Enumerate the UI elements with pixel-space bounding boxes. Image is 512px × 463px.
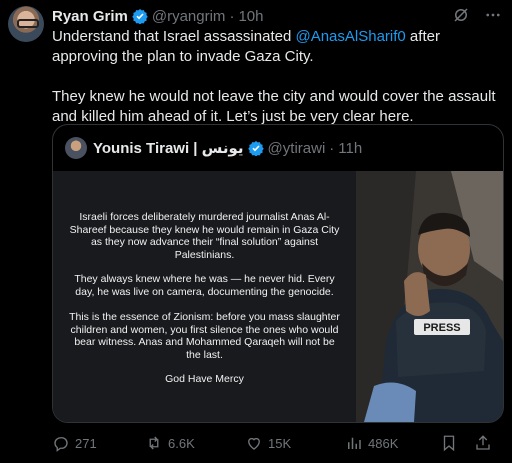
image-text-paragraph-3: This is the essence of Zionism: before y… bbox=[69, 311, 340, 361]
repost-count: 6.6K bbox=[168, 435, 195, 451]
reply-count: 271 bbox=[75, 435, 97, 451]
post-text-before-mention: Understand that Israel assassinated bbox=[52, 28, 296, 45]
repost-button[interactable]: 6.6K bbox=[145, 434, 245, 452]
image-text-paragraph-4: God Have Mercy bbox=[165, 373, 244, 385]
image-text-paragraph-2: They always knew where he was — he never… bbox=[74, 273, 335, 298]
repost-icon bbox=[145, 434, 163, 452]
quoted-time: 11h bbox=[338, 139, 363, 157]
author-handle[interactable]: @ryangrim bbox=[152, 8, 226, 25]
author-name[interactable]: Ryan Grim bbox=[52, 8, 128, 25]
share-icon bbox=[474, 434, 492, 452]
quoted-author-name: Younis Tirawi | يونس bbox=[93, 140, 244, 157]
post-time[interactable]: 10h bbox=[238, 8, 263, 25]
quoted-post[interactable]: Younis Tirawi | يونس @ytirawi · 11h Isra… bbox=[52, 124, 504, 423]
quoted-separator: · bbox=[329, 139, 335, 157]
share-button[interactable] bbox=[474, 434, 498, 452]
views-icon bbox=[345, 434, 363, 452]
bookmark-button[interactable] bbox=[440, 434, 474, 452]
quoted-avatar bbox=[65, 137, 87, 159]
quoted-media[interactable]: Israeli forces deliberately murdered jou… bbox=[53, 171, 503, 422]
mention-link[interactable]: @AnasAlSharif0 bbox=[295, 28, 405, 45]
quoted-image-text-panel: Israeli forces deliberately murdered jou… bbox=[53, 171, 356, 422]
image-text-paragraph-1: Israeli forces deliberately murdered jou… bbox=[69, 211, 340, 261]
verified-badge-icon bbox=[132, 8, 148, 25]
header-separator: · bbox=[229, 7, 235, 25]
like-button[interactable]: 15K bbox=[245, 434, 345, 452]
post-header: Ryan Grim @ryangrim · 10h bbox=[52, 6, 502, 26]
journalist-photo: PRESS bbox=[356, 171, 503, 422]
more-icon[interactable] bbox=[484, 6, 502, 24]
post-paragraph-1: Understand that Israel assassinated @Ana… bbox=[52, 27, 504, 67]
avatar-glasses bbox=[17, 19, 39, 28]
author-avatar[interactable] bbox=[8, 6, 44, 42]
quoted-verified-badge-icon bbox=[247, 140, 264, 157]
header-actions bbox=[452, 6, 502, 24]
like-icon bbox=[245, 434, 263, 452]
reply-button[interactable]: 271 bbox=[52, 434, 145, 452]
bookmark-icon bbox=[440, 434, 458, 452]
post-actions: 271 6.6K 15K 486K bbox=[52, 431, 504, 455]
reply-icon bbox=[52, 434, 70, 452]
post-paragraph-2: They knew he would not leave the city an… bbox=[52, 88, 496, 125]
like-count: 15K bbox=[268, 435, 292, 451]
grok-icon[interactable] bbox=[452, 6, 470, 24]
views-button[interactable]: 486K bbox=[345, 434, 440, 452]
quoted-handle: @ytirawi bbox=[267, 139, 326, 157]
quoted-header: Younis Tirawi | يونس @ytirawi · 11h bbox=[65, 137, 362, 159]
views-count: 486K bbox=[368, 435, 399, 451]
press-label: PRESS bbox=[423, 322, 460, 334]
